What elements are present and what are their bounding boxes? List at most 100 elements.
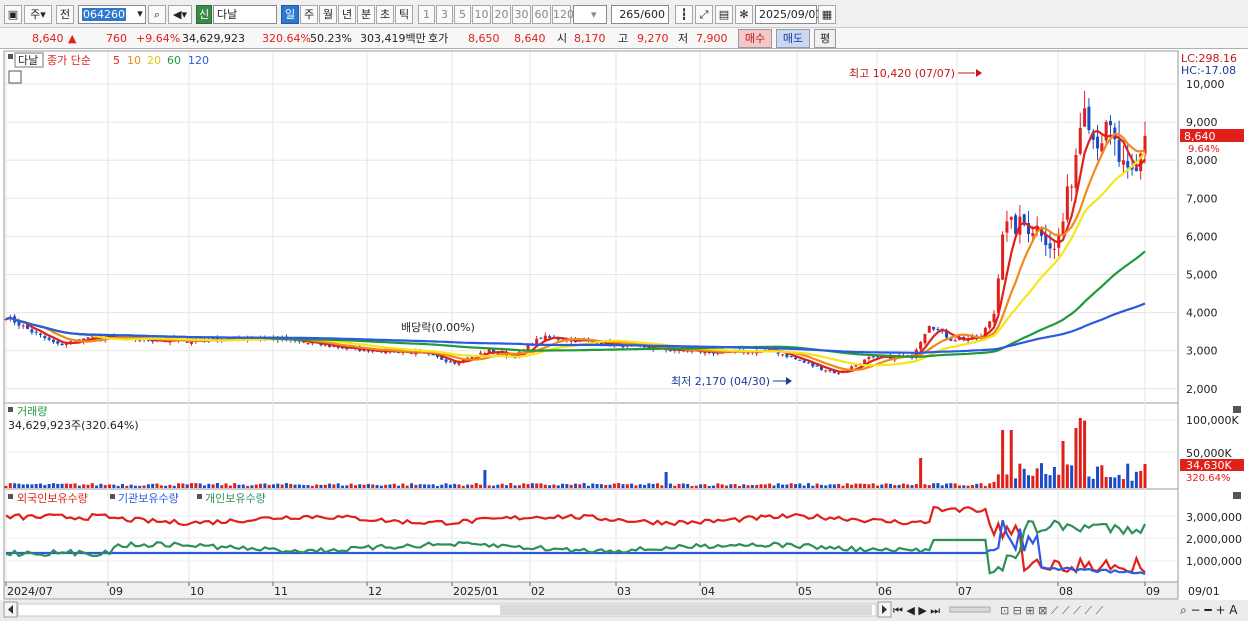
volume-bar [845, 483, 849, 488]
volume-bar [1065, 464, 1069, 488]
volume-last-tag: 34,630K [1186, 459, 1232, 472]
volume-bar [310, 485, 314, 488]
price-tick-label: 10,000 [1186, 78, 1225, 91]
volume-bar [1031, 475, 1035, 488]
volume-bar [530, 483, 534, 488]
volume-bar [763, 484, 767, 488]
volume-bar [837, 483, 841, 488]
volume-bar [526, 484, 530, 488]
zoom-controls-icon[interactable]: ⌕ − ━ + A [1180, 603, 1238, 617]
volume-bar [983, 485, 987, 488]
volume-bar [99, 483, 103, 488]
volume-bar [1001, 430, 1005, 488]
volume-bar [397, 485, 401, 488]
volume-bar [159, 485, 163, 488]
volume-bar [677, 483, 681, 488]
volume-bar [996, 474, 1000, 488]
holdings-tick-1m: 1,000,000 [1186, 555, 1242, 568]
candle-body [789, 356, 793, 358]
volume-bar [470, 484, 474, 488]
candle-body [936, 328, 940, 330]
volume-bar [901, 483, 905, 488]
scrollbar-thumb[interactable] [500, 605, 872, 615]
volume-bar [90, 483, 94, 488]
volume-bar [543, 484, 547, 488]
dividend-annotation: 배당락(0.00%) [401, 321, 475, 334]
volume-bar [474, 483, 478, 488]
volume-bar [712, 485, 716, 488]
candle-body [47, 337, 51, 340]
volume-bar [1014, 478, 1018, 488]
price-tick-label: 9,000 [1186, 116, 1218, 129]
navigation-buttons-icon[interactable]: ⏮ ◀ ▶ ⏭ [893, 604, 940, 617]
volume-bar [431, 484, 435, 488]
volume-bar [988, 483, 992, 488]
volume-bar [17, 483, 21, 488]
grid-toggle-icon[interactable] [8, 70, 22, 84]
volume-bar [621, 484, 625, 488]
price-tick-label: 4,000 [1186, 307, 1218, 320]
candle-body [39, 333, 43, 335]
volume-bar [781, 484, 785, 488]
volume-bar [1039, 463, 1043, 488]
volume-bar [440, 484, 444, 488]
candle-body [815, 365, 819, 367]
x-axis-label: 08 [1059, 585, 1073, 598]
volume-bar [211, 484, 215, 488]
volume-bar [1009, 430, 1013, 488]
holdings-panel-close-icon[interactable] [1233, 492, 1241, 499]
candle-body [34, 331, 38, 333]
volume-bar [172, 485, 176, 488]
candle-body [1074, 155, 1078, 189]
candle-body [806, 362, 810, 364]
volume-bar [638, 484, 642, 488]
volume-bar [1134, 471, 1138, 488]
volume-bar [806, 483, 810, 488]
volume-bar [315, 484, 319, 488]
volume-bar [815, 483, 819, 488]
volume-bar [927, 485, 931, 488]
price-tick-label: 7,000 [1186, 192, 1218, 205]
candle-body [1108, 120, 1112, 126]
volume-bar [1018, 463, 1022, 488]
volume-bar [746, 485, 750, 488]
volume-bar [457, 484, 461, 488]
volume-bar [1117, 474, 1121, 488]
volume-tick-100000k: 100,000K [1186, 414, 1239, 427]
volume-bar [768, 483, 772, 488]
volume-bar [876, 485, 880, 488]
volume-bar [1139, 470, 1143, 488]
volume-bar [962, 485, 966, 488]
candle-body [1009, 217, 1013, 220]
volume-bar [755, 484, 759, 488]
volume-bar [26, 484, 30, 488]
volume-bar [263, 483, 267, 488]
speed-slider[interactable] [949, 606, 991, 613]
volume-bar [776, 483, 780, 488]
volume-bar [595, 484, 599, 488]
volume-bar [858, 483, 862, 488]
candle-body [43, 335, 47, 339]
low-annotation: 최저 2,170 (04/30) [671, 375, 770, 388]
volume-bar [215, 483, 219, 488]
volume-bar [1048, 475, 1052, 488]
candle-body [21, 325, 25, 327]
volume-panel-close-icon[interactable] [1233, 406, 1241, 413]
volume-bar [522, 483, 526, 488]
volume-bar [634, 485, 638, 488]
volume-bar [919, 458, 923, 488]
candle-body [51, 339, 55, 343]
drawing-tools-icon[interactable]: ⊡ ⊟ ⊞ ⊠ ⟋ ⟋ ⟋ ⟋ ⟋ [1000, 604, 1104, 617]
chart-canvas[interactable]: 다날 종가 단순 5 10 20 60 120 최고 10,420 (07/07… [0, 0, 1248, 621]
volume-bar [1057, 474, 1061, 488]
volume-bar [323, 484, 327, 488]
volume-bar [932, 483, 936, 488]
volume-bar [64, 483, 68, 488]
volume-bar [979, 483, 983, 488]
volume-bar [798, 483, 802, 488]
volume-bar [699, 484, 703, 488]
volume-bar [168, 484, 172, 488]
candle-body [306, 343, 310, 345]
x-axis-label: 02 [531, 585, 545, 598]
legend-ma20: 20 [147, 54, 161, 67]
